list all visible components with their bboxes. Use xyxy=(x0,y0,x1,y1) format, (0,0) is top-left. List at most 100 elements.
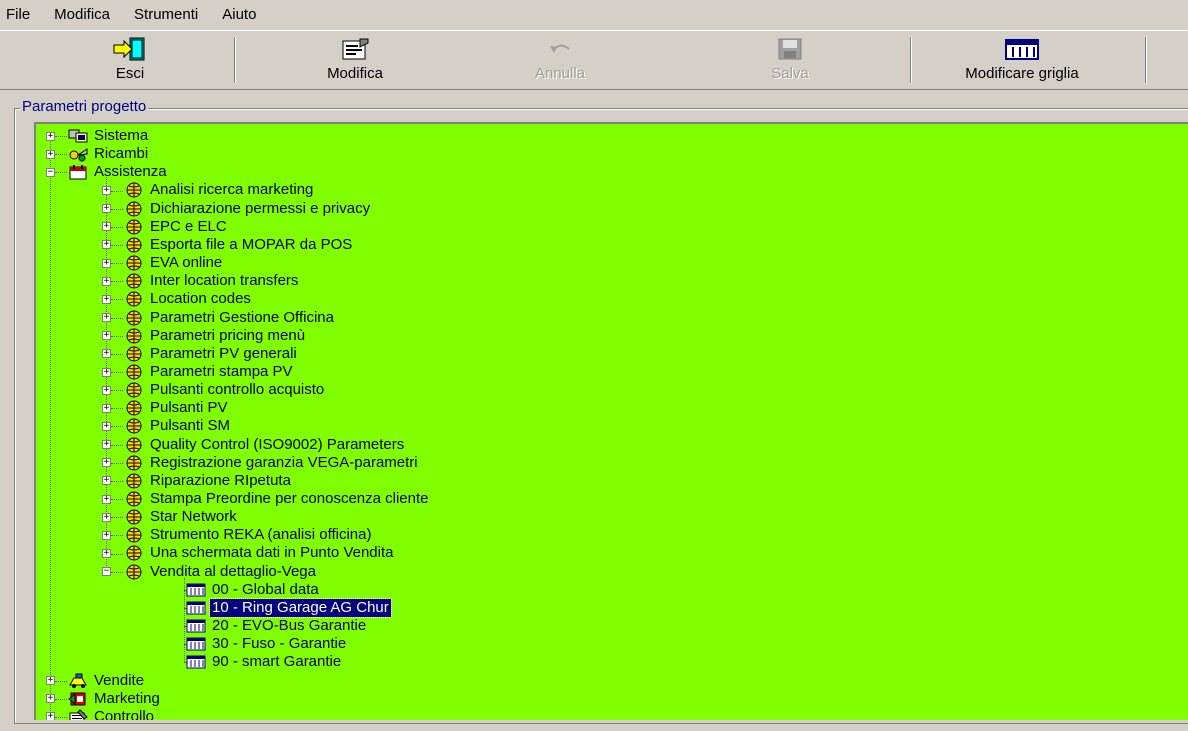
globe-icon xyxy=(124,491,144,507)
expand-icon[interactable]: + xyxy=(46,676,55,686)
expand-icon[interactable]: + xyxy=(102,476,111,486)
expand-icon[interactable]: + xyxy=(102,240,111,250)
tree-guide-line xyxy=(111,208,123,210)
menu-file[interactable]: File xyxy=(0,0,42,30)
tree-node[interactable]: Assistenza xyxy=(68,163,169,181)
tree-node[interactable]: Ricambi xyxy=(68,145,150,163)
tree-guide-line xyxy=(55,154,67,156)
globe-icon xyxy=(124,400,144,416)
tree-node[interactable]: Analisi ricerca marketing xyxy=(124,181,315,199)
expand-icon[interactable]: + xyxy=(102,204,111,214)
menu-aiuto[interactable]: Aiuto xyxy=(210,0,268,30)
tree-node[interactable]: Inter location transfers xyxy=(124,272,300,290)
expand-icon[interactable]: + xyxy=(102,421,111,431)
expand-icon[interactable]: + xyxy=(102,222,111,232)
tree-guide-line xyxy=(111,480,123,482)
tree-guide-line xyxy=(55,172,67,174)
tree-leaf-selected[interactable]: 10 - Ring Garage AG Chur xyxy=(186,597,392,618)
expand-icon[interactable]: + xyxy=(46,149,55,159)
tree-node[interactable]: Quality Control (ISO9002) Parameters xyxy=(124,436,406,454)
collapse-icon[interactable]: − xyxy=(102,567,111,577)
expand-icon[interactable]: + xyxy=(102,385,111,395)
expand-icon[interactable]: + xyxy=(102,313,111,323)
tree-node[interactable]: Parametri stampa PV xyxy=(124,363,295,381)
grid-icon xyxy=(186,636,206,652)
tree-node[interactable]: Riparazione RIpetuta xyxy=(124,472,293,490)
tree-node[interactable]: Parametri PV generali xyxy=(124,345,299,363)
esci-button[interactable]: Esci xyxy=(70,35,190,85)
expand-icon[interactable]: + xyxy=(102,549,111,559)
tree-guide-line xyxy=(111,299,123,301)
tree-node[interactable]: Una schermata dati in Punto Vendita xyxy=(124,544,396,562)
expand-icon[interactable]: + xyxy=(102,186,111,196)
tree-guide-line xyxy=(111,517,123,519)
annulla-button[interactable]: Annulla xyxy=(505,35,615,85)
expand-icon[interactable]: + xyxy=(102,440,111,450)
tree-guide-line xyxy=(111,317,123,319)
tree-node-label: Location codes xyxy=(150,290,251,308)
globe-icon xyxy=(124,310,144,326)
modificare-griglia-label: Modificare griglia xyxy=(965,65,1079,82)
globe-icon xyxy=(124,527,144,543)
modificare-griglia-button[interactable]: Modificare griglia xyxy=(922,35,1122,85)
tree-guide-line xyxy=(111,553,123,555)
expand-icon[interactable]: + xyxy=(102,512,111,522)
tree-node[interactable]: EPC e ELC xyxy=(124,218,229,236)
tree-node[interactable]: Sistema xyxy=(68,127,150,145)
group-title: Parametri progetto xyxy=(20,98,149,116)
expand-icon[interactable]: + xyxy=(102,367,111,377)
tree-node[interactable]: Parametri Gestione Officina xyxy=(124,309,336,327)
tree-guide-line xyxy=(111,408,123,410)
expand-icon[interactable]: + xyxy=(102,494,111,504)
tree-guide-line xyxy=(111,571,123,573)
tree-node[interactable]: Location codes xyxy=(124,290,253,308)
modifica-button[interactable]: Modifica xyxy=(290,35,420,85)
tree-node-label: Controllo xyxy=(94,707,155,720)
tree-node[interactable]: Pulsanti controllo acquisto xyxy=(124,381,326,399)
tree-node[interactable]: Dichiarazione permessi e privacy xyxy=(124,200,372,218)
parts-icon xyxy=(68,146,88,162)
expand-icon[interactable]: + xyxy=(102,258,111,268)
tree-node[interactable]: Vendite xyxy=(68,672,146,690)
tree-node-label: Parametri pricing menù xyxy=(150,326,306,344)
tree-guide-line xyxy=(111,499,123,501)
globe-icon xyxy=(124,328,144,344)
annulla-label: Annulla xyxy=(534,65,586,82)
tree-leaf[interactable]: 90 - smart Garantie xyxy=(186,653,343,671)
expand-icon[interactable]: + xyxy=(102,530,111,540)
tree-node[interactable]: Pulsanti SM xyxy=(124,417,232,435)
expand-icon[interactable]: + xyxy=(46,131,55,141)
tree-node[interactable]: Pulsanti PV xyxy=(124,399,230,417)
tree-leaf[interactable]: 30 - Fuso - Garantie xyxy=(186,635,348,653)
tree-node[interactable]: Stampa Preordine per conoscenza cliente xyxy=(124,490,431,508)
menu-strumenti[interactable]: Strumenti xyxy=(122,0,210,30)
expand-icon[interactable]: + xyxy=(102,294,111,304)
expand-icon[interactable]: + xyxy=(46,712,55,720)
exit-door-icon xyxy=(112,37,148,61)
collapse-icon[interactable]: − xyxy=(46,167,55,177)
tree-node[interactable]: Parametri pricing menù xyxy=(124,327,307,345)
salva-button[interactable]: Salva xyxy=(735,35,845,85)
expand-icon[interactable]: + xyxy=(46,694,55,704)
expand-icon[interactable]: + xyxy=(102,276,111,286)
tree-view[interactable]: + Sistema + Ricambi − Assistenza + Analisi rice… xyxy=(34,122,1188,720)
expand-icon[interactable]: + xyxy=(102,349,111,359)
expand-icon[interactable]: + xyxy=(102,331,111,341)
tree-node-label: Una schermata dati in Punto Vendita xyxy=(150,544,394,562)
tree-node[interactable]: EVA online xyxy=(124,254,224,272)
tree-node[interactable]: Star Network xyxy=(124,508,239,526)
expand-icon[interactable]: + xyxy=(102,458,111,468)
tree-node[interactable]: Strumento REKA (analisi officina) xyxy=(124,526,374,544)
tree-node-label: Stampa Preordine per conoscenza cliente xyxy=(150,490,429,507)
tree-guide-line xyxy=(55,680,67,682)
expand-icon[interactable]: + xyxy=(102,403,111,413)
tree-leaf[interactable]: 00 - Global data xyxy=(186,581,321,599)
tree-leaf[interactable]: 20 - EVO-Bus Garantie xyxy=(186,617,368,635)
save-disk-icon xyxy=(775,37,805,61)
tree-node[interactable]: Vendita al dettaglio-Vega xyxy=(124,563,318,581)
tree-node[interactable]: Esporta file a MOPAR da POS xyxy=(124,236,354,254)
menu-modifica[interactable]: Modifica xyxy=(42,0,122,30)
tree-node[interactable]: Controllo xyxy=(68,708,156,720)
tree-node[interactable]: Marketing xyxy=(68,690,162,708)
tree-node[interactable]: Registrazione garanzia VEGA-parametri xyxy=(124,454,420,472)
